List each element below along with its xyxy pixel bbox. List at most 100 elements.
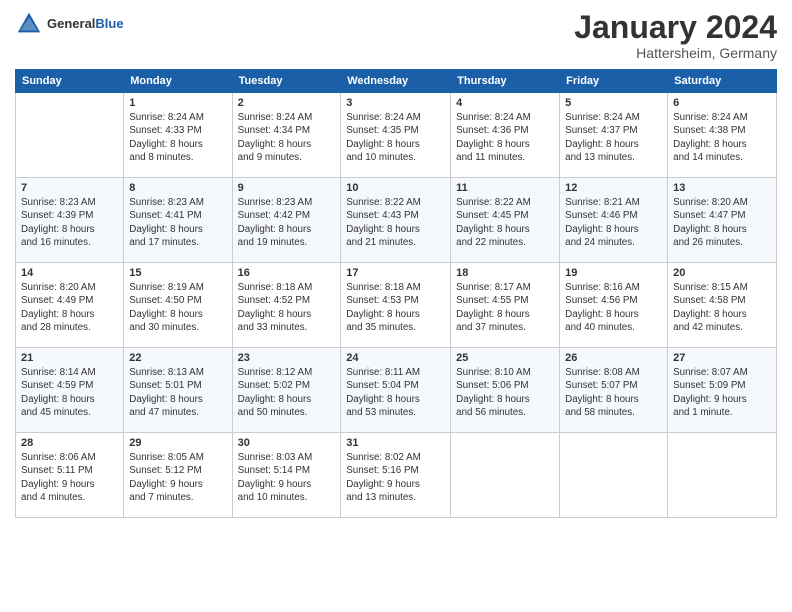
day-info: Sunrise: 8:15 AMSunset: 4:58 PMDaylight:… (673, 281, 771, 334)
calendar-cell: 18 Sunrise: 8:17 AMSunset: 4:55 PMDayligh… (451, 263, 560, 348)
day-of-week-header: Saturday (668, 70, 777, 93)
calendar-cell: 1 Sunrise: 8:24 AMSunset: 4:33 PMDaylight… (124, 93, 232, 178)
day-info: Sunrise: 8:11 AMSunset: 5:04 PMDaylight:… (346, 366, 445, 419)
day-of-week-header: Monday (124, 70, 232, 93)
day-number: 9 (238, 182, 336, 194)
day-info: Sunrise: 8:23 AMSunset: 4:39 PMDaylight:… (21, 196, 118, 249)
day-number: 2 (238, 97, 336, 109)
calendar-cell: 28 Sunrise: 8:06 AMSunset: 5:11 PMDayligh… (16, 433, 124, 518)
day-number: 21 (21, 352, 118, 364)
day-number: 19 (565, 267, 662, 279)
day-of-week-header: Thursday (451, 70, 560, 93)
calendar-cell: 2Sunrise: 8:24 AMSunset: 4:34 PMDaylight… (232, 93, 341, 178)
day-number: 10 (346, 182, 445, 194)
day-number: 16 (238, 267, 336, 279)
calendar-cell: 16Sunrise: 8:18 AMSunset: 4:52 PMDayligh… (232, 263, 341, 348)
day-number: 8 (129, 182, 226, 194)
day-number: 14 (21, 267, 118, 279)
title-block: January 2024 Hattersheim, Germany (574, 10, 777, 61)
calendar-cell: 25 Sunrise: 8:10 AMSunset: 5:06 PMDayligh… (451, 348, 560, 433)
day-of-week-header: Sunday (16, 70, 124, 93)
day-info: Sunrise: 8:10 AMSunset: 5:06 PMDaylight:… (456, 366, 554, 419)
calendar-week-row: 28 Sunrise: 8:06 AMSunset: 5:11 PMDayligh… (16, 433, 777, 518)
day-of-week-header: Tuesday (232, 70, 341, 93)
day-info: Sunrise: 8:16 AMSunset: 4:56 PMDaylight:… (565, 281, 662, 334)
calendar-cell: 19 Sunrise: 8:16 AMSunset: 4:56 PMDayligh… (560, 263, 668, 348)
day-number: 23 (238, 352, 336, 364)
day-info: Sunrise: 8:05 AMSunset: 5:12 PMDaylight:… (129, 451, 226, 504)
logo-general: General (47, 16, 95, 31)
day-info: Sunrise: 8:23 AMSunset: 4:41 PMDaylight:… (129, 196, 226, 249)
calendar-cell: 14Sunrise: 8:20 AMSunset: 4:49 PMDayligh… (16, 263, 124, 348)
logo-icon (15, 10, 43, 38)
day-number: 3 (346, 97, 445, 109)
day-number: 31 (346, 437, 445, 449)
day-info: Sunrise: 8:03 AMSunset: 5:14 PMDaylight:… (238, 451, 336, 504)
day-number: 27 (673, 352, 771, 364)
day-info: Sunrise: 8:02 AMSunset: 5:16 PMDaylight:… (346, 451, 445, 504)
calendar-header-row: SundayMondayTuesdayWednesdayThursdayFrid… (16, 70, 777, 93)
calendar-week-row: 7 Sunrise: 8:23 AMSunset: 4:39 PMDaylight… (16, 178, 777, 263)
calendar-cell: 4 Sunrise: 8:24 AMSunset: 4:36 PMDaylight… (451, 93, 560, 178)
day-number: 25 (456, 352, 554, 364)
calendar-cell: 27 Sunrise: 8:07 AMSunset: 5:09 PMDayligh… (668, 348, 777, 433)
calendar-cell: 12Sunrise: 8:21 AMSunset: 4:46 PMDayligh… (560, 178, 668, 263)
day-info: Sunrise: 8:20 AMSunset: 4:47 PMDaylight:… (673, 196, 771, 249)
logo-blue: Blue (95, 16, 123, 31)
calendar-cell: 13 Sunrise: 8:20 AMSunset: 4:47 PMDayligh… (668, 178, 777, 263)
day-number: 20 (673, 267, 771, 279)
calendar-cell: 7 Sunrise: 8:23 AMSunset: 4:39 PMDaylight… (16, 178, 124, 263)
day-number: 24 (346, 352, 445, 364)
day-info: Sunrise: 8:14 AMSunset: 4:59 PMDaylight:… (21, 366, 118, 419)
day-number: 6 (673, 97, 771, 109)
day-number: 7 (21, 182, 118, 194)
day-number: 29 (129, 437, 226, 449)
header: GeneralBlue January 2024 Hattersheim, Ge… (15, 10, 777, 61)
calendar-cell: 17 Sunrise: 8:18 AMSunset: 4:53 PMDayligh… (341, 263, 451, 348)
day-number: 5 (565, 97, 662, 109)
day-info: Sunrise: 8:24 AMSunset: 4:33 PMDaylight:… (129, 111, 226, 164)
calendar-cell: 31 Sunrise: 8:02 AMSunset: 5:16 PMDayligh… (341, 433, 451, 518)
calendar-cell: 24 Sunrise: 8:11 AMSunset: 5:04 PMDayligh… (341, 348, 451, 433)
day-info: Sunrise: 8:23 AMSunset: 4:42 PMDaylight:… (238, 196, 336, 249)
calendar-cell (451, 433, 560, 518)
day-number: 18 (456, 267, 554, 279)
calendar-cell: 9 Sunrise: 8:23 AMSunset: 4:42 PMDaylight… (232, 178, 341, 263)
calendar-week-row: 1 Sunrise: 8:24 AMSunset: 4:33 PMDaylight… (16, 93, 777, 178)
calendar-cell: 21 Sunrise: 8:14 AMSunset: 4:59 PMDayligh… (16, 348, 124, 433)
calendar-cell: 20 Sunrise: 8:15 AMSunset: 4:58 PMDayligh… (668, 263, 777, 348)
day-number: 22 (129, 352, 226, 364)
day-info: Sunrise: 8:24 AMSunset: 4:35 PMDaylight:… (346, 111, 445, 164)
calendar-week-row: 14Sunrise: 8:20 AMSunset: 4:49 PMDayligh… (16, 263, 777, 348)
day-of-week-header: Friday (560, 70, 668, 93)
day-info: Sunrise: 8:13 AMSunset: 5:01 PMDaylight:… (129, 366, 226, 419)
day-info: Sunrise: 8:24 AMSunset: 4:37 PMDaylight:… (565, 111, 662, 164)
day-of-week-header: Wednesday (341, 70, 451, 93)
day-number: 28 (21, 437, 118, 449)
calendar-cell: 6Sunrise: 8:24 AMSunset: 4:38 PMDaylight… (668, 93, 777, 178)
day-number: 12 (565, 182, 662, 194)
day-info: Sunrise: 8:06 AMSunset: 5:11 PMDaylight:… (21, 451, 118, 504)
day-number: 17 (346, 267, 445, 279)
day-number: 1 (129, 97, 226, 109)
day-info: Sunrise: 8:17 AMSunset: 4:55 PMDaylight:… (456, 281, 554, 334)
day-number: 4 (456, 97, 554, 109)
day-number: 13 (673, 182, 771, 194)
calendar-cell: 5 Sunrise: 8:24 AMSunset: 4:37 PMDaylight… (560, 93, 668, 178)
calendar-cell: 10Sunrise: 8:22 AMSunset: 4:43 PMDayligh… (341, 178, 451, 263)
calendar-cell: 23Sunrise: 8:12 AMSunset: 5:02 PMDayligh… (232, 348, 341, 433)
day-info: Sunrise: 8:08 AMSunset: 5:07 PMDaylight:… (565, 366, 662, 419)
day-info: Sunrise: 8:18 AMSunset: 4:53 PMDaylight:… (346, 281, 445, 334)
location: Hattersheim, Germany (574, 45, 777, 61)
day-info: Sunrise: 8:07 AMSunset: 5:09 PMDaylight:… (673, 366, 771, 419)
calendar-cell: 29 Sunrise: 8:05 AMSunset: 5:12 PMDayligh… (124, 433, 232, 518)
calendar-cell: 11Sunrise: 8:22 AMSunset: 4:45 PMDayligh… (451, 178, 560, 263)
calendar-cell: 30 Sunrise: 8:03 AMSunset: 5:14 PMDayligh… (232, 433, 341, 518)
day-number: 15 (129, 267, 226, 279)
calendar-table: SundayMondayTuesdayWednesdayThursdayFrid… (15, 69, 777, 518)
month-title: January 2024 (574, 10, 777, 45)
day-number: 30 (238, 437, 336, 449)
day-info: Sunrise: 8:24 AMSunset: 4:36 PMDaylight:… (456, 111, 554, 164)
logo: GeneralBlue (15, 10, 124, 38)
day-info: Sunrise: 8:22 AMSunset: 4:45 PMDaylight:… (456, 196, 554, 249)
